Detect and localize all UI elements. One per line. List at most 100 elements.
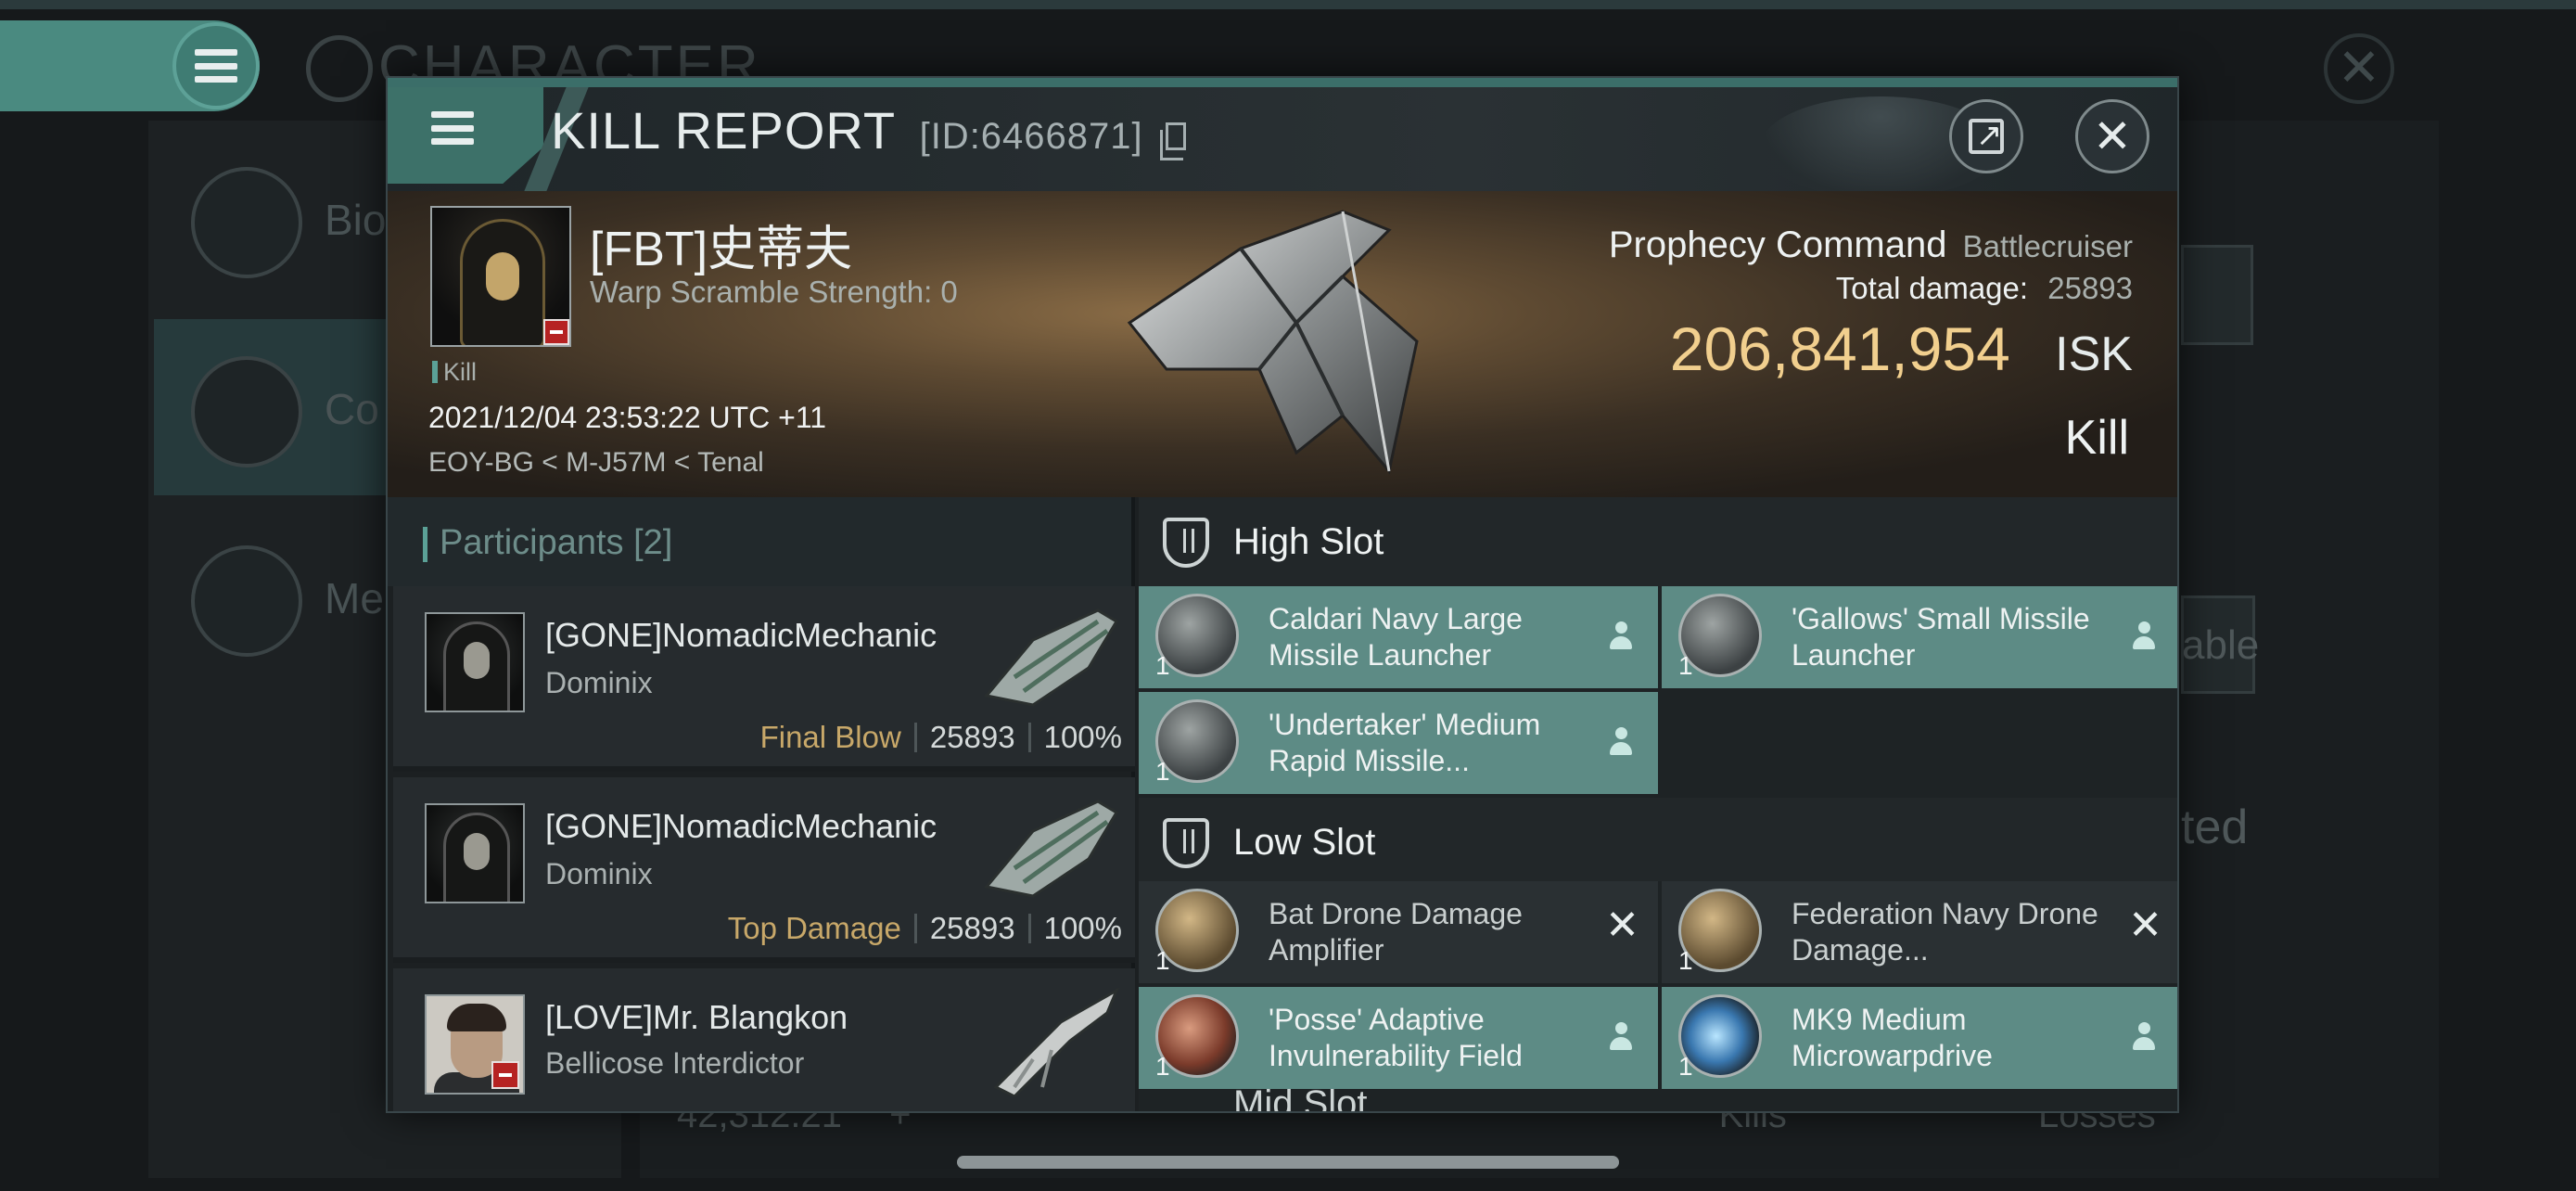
module-name: 'Posse' Adaptive Invulnerability Field xyxy=(1269,1003,1523,1072)
copy-icon[interactable] xyxy=(1160,122,1187,160)
final-blow-label: Final Blow xyxy=(759,720,901,754)
bellicose-ship-icon xyxy=(993,987,1120,1096)
participant-stats: Final Blow 25893 100% xyxy=(760,720,1122,755)
participant-avatar xyxy=(425,612,525,712)
module-quantity: 1 xyxy=(1678,651,1693,680)
victim-ship-image[interactable] xyxy=(1111,193,1445,490)
isk-unit: ISK xyxy=(2055,327,2133,381)
isk-value: 206,841,954 ISK xyxy=(1670,314,2133,384)
module-item[interactable]: 1 Bat Drone Damage Amplifier ✕ xyxy=(1139,881,1658,983)
background-fragment-text: ted xyxy=(2181,800,2249,854)
kill-type: Kill xyxy=(2064,411,2129,465)
fitting-panel: High Slot 1 Caldari Navy Large Missile L… xyxy=(1139,497,2177,1111)
dropped-person-icon xyxy=(1608,727,1634,757)
standing-badge-icon xyxy=(491,1061,519,1089)
low-slot-header: Low Slot xyxy=(1139,798,2177,881)
module-quantity: 1 xyxy=(1155,946,1170,975)
kill-report-modal: KILL REPORT [ID:6466871] ✕ [FBT]史蒂夫 Warp… xyxy=(386,76,2179,1113)
sidebar-item-label: Co xyxy=(325,385,379,433)
close-button[interactable]: ✕ xyxy=(2075,99,2149,173)
dropped-person-icon xyxy=(1608,1022,1634,1052)
dropped-person-icon xyxy=(1608,621,1634,651)
participant-ship: Dominix xyxy=(545,857,653,890)
module-item[interactable]: 1 'Posse' Adaptive Invulnerability Field xyxy=(1139,987,1658,1089)
background-fragment-text: able xyxy=(2182,622,2260,668)
top-damage-label: Top Damage xyxy=(727,911,901,945)
modal-top-accent xyxy=(388,78,2177,87)
module-quantity: 1 xyxy=(1678,1052,1693,1081)
dominix-ship-icon xyxy=(984,608,1119,707)
total-damage-value: 25893 xyxy=(2047,271,2133,305)
module-quantity: 1 xyxy=(1155,651,1170,680)
home-indicator[interactable] xyxy=(957,1156,1619,1169)
participant-name: [GONE]NomadicMechanic xyxy=(545,807,937,845)
participant-percent: 100% xyxy=(1043,720,1122,754)
kill-datetime: 2021/12/04 23:53:22 UTC +11 xyxy=(428,401,827,434)
star-icon xyxy=(191,545,302,657)
character-icon xyxy=(306,35,373,102)
total-damage: Total damage: 25893 xyxy=(1836,271,2133,306)
module-name: Federation Navy Drone Damage... xyxy=(1792,897,2098,967)
victim-banner: [FBT]史蒂夫 Warp Scramble Strength: 0 Kill … xyxy=(388,191,2177,497)
warp-scramble-strength: Warp Scramble Strength: 0 xyxy=(590,275,958,309)
hamburger-icon xyxy=(431,111,474,145)
module-item[interactable]: 1 Caldari Navy Large Missile Launcher xyxy=(1139,586,1658,688)
close-icon: ✕ xyxy=(2093,109,2132,163)
participant-stats: Top Damage 25893 100% xyxy=(728,911,1122,946)
participant-row[interactable]: [GONE]NomadicMechanic Dominix Top Damage… xyxy=(393,777,1135,963)
kill-id: [ID:6466871] xyxy=(919,116,1143,157)
participant-avatar xyxy=(425,803,525,903)
participant-ship: Dominix xyxy=(545,666,653,699)
background-table-button[interactable]: able xyxy=(2181,596,2259,694)
top-strip xyxy=(0,0,2576,9)
module-item[interactable]: 1 'Gallows' Small Missile Launcher xyxy=(1662,586,2177,688)
participants-panel: Participants [2] [GONE]NomadicMechanic D… xyxy=(388,497,1135,1111)
high-slot-header: High Slot xyxy=(1139,497,2177,586)
share-icon xyxy=(1969,117,2004,154)
victim-name[interactable]: [FBT]史蒂夫 xyxy=(590,210,852,279)
modal-title-text: KILL REPORT xyxy=(551,101,896,160)
module-item[interactable]: 1 'Undertaker' Medium Rapid Missile... xyxy=(1139,692,1658,794)
participant-name: [GONE]NomadicMechanic xyxy=(545,616,937,654)
module-quantity: 1 xyxy=(1155,757,1170,786)
participant-row[interactable]: [GONE]NomadicMechanic Dominix Final Blow… xyxy=(393,586,1135,772)
participant-damage: 25893 xyxy=(929,911,1015,945)
participant-damage: 25893 xyxy=(929,720,1015,754)
hamburger-icon xyxy=(195,49,237,83)
dropped-person-icon xyxy=(2131,1022,2157,1052)
background-menu-button[interactable] xyxy=(172,22,260,109)
total-damage-label: Total damage: xyxy=(1835,271,2029,305)
kill-location[interactable]: EOY-BG < M-J57M < Tenal xyxy=(428,447,764,479)
ship-name: Prophecy Command xyxy=(1608,224,1947,265)
dropped-person-icon xyxy=(2131,621,2157,651)
module-quantity: 1 xyxy=(1155,1052,1170,1081)
low-slot-icon xyxy=(1163,818,1209,868)
bio-icon xyxy=(191,167,302,278)
share-button[interactable] xyxy=(1949,99,2023,173)
ship-class: Battlecruiser xyxy=(1962,229,2133,263)
victim-ship[interactable]: Prophecy Command Battlecruiser xyxy=(1609,224,2133,266)
destroyed-x-icon: ✕ xyxy=(2128,902,2162,949)
low-slot-title: Low Slot xyxy=(1233,822,1376,863)
module-name: 'Gallows' Small Missile Launcher xyxy=(1792,602,2090,672)
participants-header: Participants [2] xyxy=(388,497,1131,586)
isk-amount: 206,841,954 xyxy=(1669,314,2010,383)
kill-tag-label: Kill xyxy=(443,358,478,386)
module-name: Bat Drone Damage Amplifier xyxy=(1269,897,1523,967)
kill-tag: Kill xyxy=(432,358,477,387)
background-tools-button[interactable] xyxy=(2181,245,2253,345)
modal-title: KILL REPORT [ID:6466871] xyxy=(551,100,1187,160)
participants-title: Participants [2] xyxy=(440,523,673,562)
sidebar-item-label: Bio xyxy=(325,196,387,244)
dominix-ship-icon xyxy=(984,800,1119,898)
participant-row[interactable]: [LOVE]Mr. Blangkon Bellicose Interdictor xyxy=(393,968,1135,1111)
high-slot-title: High Slot xyxy=(1233,521,1384,562)
participant-percent: 100% xyxy=(1043,911,1122,945)
module-name: Caldari Navy Large Missile Launcher xyxy=(1269,602,1523,672)
sidebar-item-label: Me xyxy=(325,574,384,622)
high-slot-icon xyxy=(1163,518,1209,568)
background-close-button[interactable]: ✕ xyxy=(2324,33,2394,104)
module-item[interactable]: 1 MK9 Medium Microwarpdrive xyxy=(1662,987,2177,1089)
module-item[interactable]: 1 Federation Navy Drone Damage... ✕ xyxy=(1662,881,2177,983)
module-name: 'Undertaker' Medium Rapid Missile... xyxy=(1269,708,1541,777)
